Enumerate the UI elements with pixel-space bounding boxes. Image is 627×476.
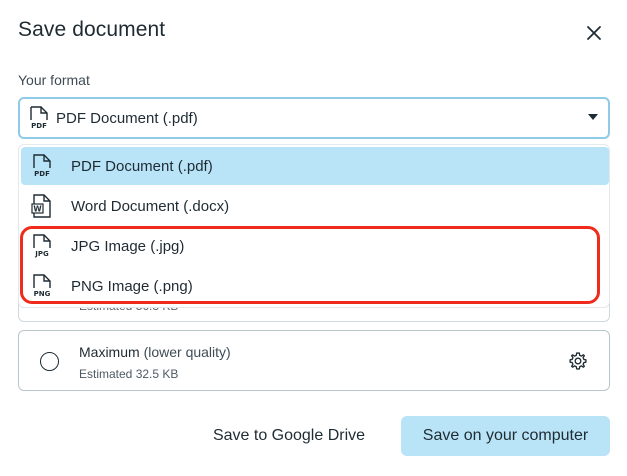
caret-down-icon <box>588 114 598 120</box>
quality-option-maximum[interactable]: Maximum (lower quality) Estimated 32.5 K… <box>18 330 610 391</box>
quality-note: (lower quality) <box>143 344 231 360</box>
format-select[interactable]: PDF PDF Document (.pdf) <box>18 97 610 139</box>
word-tag: W <box>33 205 42 214</box>
jpg-file-icon: JPG <box>33 234 51 258</box>
quality-estimate: Estimated 32.5 KB <box>79 367 179 381</box>
pdf-file-icon: PDF <box>30 106 48 130</box>
format-label: Your format <box>18 72 90 88</box>
format-option-label: JPG Image (.jpg) <box>71 237 185 255</box>
format-option-jpg[interactable]: JPG JPG Image (.jpg) <box>21 227 609 265</box>
format-option-label: PNG Image (.png) <box>71 277 193 295</box>
format-option-label: PDF Document (.pdf) <box>71 157 213 175</box>
quality-name: Maximum <box>79 344 140 360</box>
format-option-png[interactable]: PNG PNG Image (.png) <box>21 267 609 305</box>
close-icon[interactable] <box>583 22 605 44</box>
format-option-pdf[interactable]: PDF PDF Document (.pdf) <box>21 147 609 185</box>
gear-icon[interactable] <box>568 351 588 371</box>
pdf-file-icon: PDF <box>33 154 51 178</box>
maximum-radio[interactable] <box>40 352 59 371</box>
pdf-tag: PDF <box>34 170 50 178</box>
save-to-drive-button[interactable]: Save to Google Drive <box>196 416 382 456</box>
format-select-value: PDF Document (.pdf) <box>56 109 198 127</box>
png-tag: PNG <box>34 290 51 298</box>
quality-option-title: Maximum (lower quality) <box>79 344 231 360</box>
word-file-icon: W <box>31 194 51 218</box>
jpg-tag: JPG <box>34 250 49 258</box>
format-dropdown-menu: PDF PDF Document (.pdf) W Word Document … <box>18 144 610 308</box>
png-file-icon: PNG <box>33 274 51 298</box>
save-on-computer-button[interactable]: Save on your computer <box>401 416 610 456</box>
format-option-docx[interactable]: W Word Document (.docx) <box>21 187 609 225</box>
format-option-label: Word Document (.docx) <box>71 197 230 215</box>
dialog-title: Save document <box>18 18 166 41</box>
pdf-tag: PDF <box>31 122 47 130</box>
